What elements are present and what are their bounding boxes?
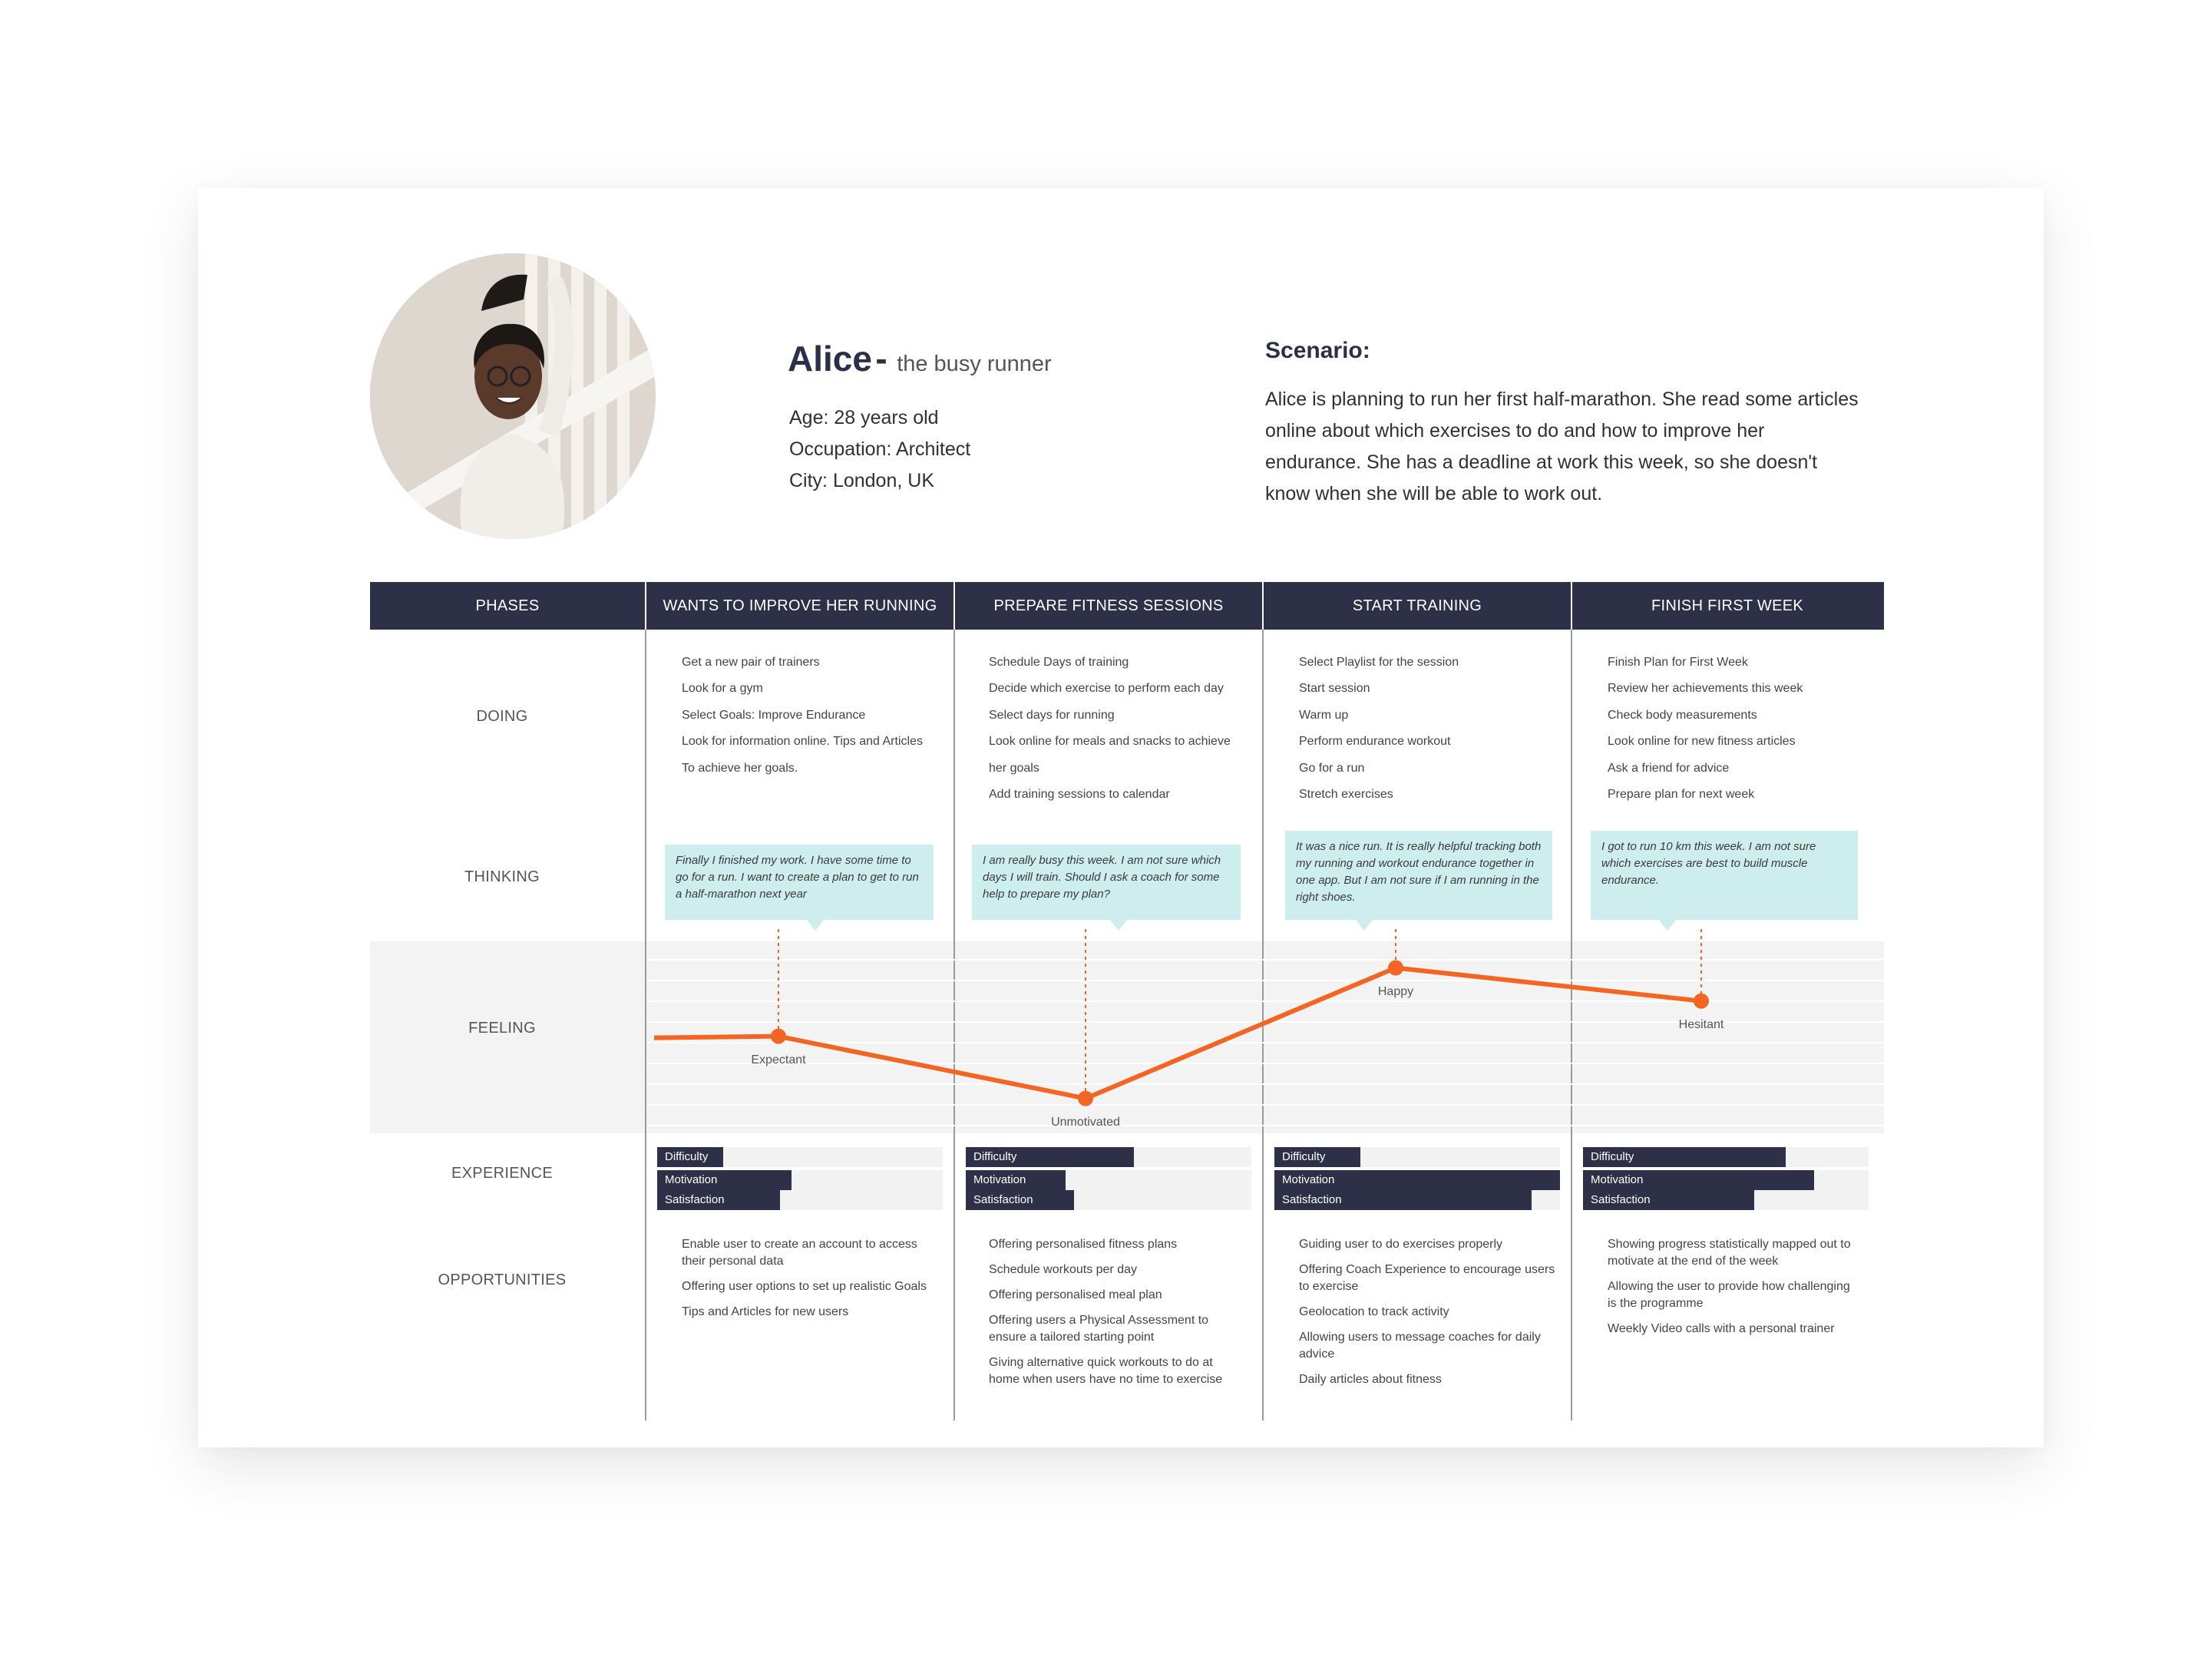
opportunity-item: Offering Coach Experience to encourage u… — [1299, 1263, 1555, 1293]
opportunity-item: Geolocation to track activity — [1299, 1305, 1449, 1318]
feeling-gridlines — [646, 959, 1884, 1126]
feeling-label-hesitant: Hesitant — [1678, 1017, 1724, 1031]
opportunity-item: Showing progress statistically mapped ou… — [1608, 1238, 1851, 1268]
feeling-point — [1694, 993, 1709, 1009]
experience-bar-motivation: Motivation — [1583, 1170, 1814, 1190]
feeling-point — [1388, 960, 1403, 976]
feeling-label-unmotivated: Unmotivated — [1051, 1115, 1120, 1129]
opportunity-item: Enable user to create an account to acce… — [682, 1238, 917, 1268]
opportunities-list-4: Showing progress statistically mapped ou… — [1608, 1236, 1861, 1346]
opportunity-item: Offering users a Physical Assessment to … — [989, 1314, 1209, 1344]
experience-bar-difficulty: Difficulty — [1583, 1147, 1786, 1167]
opportunity-item: Allowing users to message coaches for da… — [1299, 1331, 1541, 1361]
opportunity-item: Schedule workouts per day — [989, 1263, 1137, 1276]
feeling-chart — [646, 929, 1884, 1126]
opportunity-item: Daily articles about fitness — [1299, 1373, 1442, 1386]
feeling-label-expectant: Expectant — [751, 1053, 806, 1067]
experience-bar-motivation: Motivation — [1274, 1170, 1560, 1190]
opportunity-item: Offering user options to set up realisti… — [682, 1280, 927, 1293]
experience-bar-satisfaction: Satisfaction — [1583, 1190, 1754, 1210]
opportunity-item: Offering personalised meal plan — [989, 1288, 1162, 1301]
experience-bar-difficulty: Difficulty — [657, 1147, 723, 1167]
experience-bar-difficulty: Difficulty — [1274, 1147, 1360, 1167]
feeling-point — [771, 1028, 786, 1044]
feeling-connectors — [778, 929, 1702, 1099]
opportunity-item: Tips and Articles for new users — [682, 1305, 849, 1318]
opportunities-list-2: Offering personalised fitness plans Sche… — [989, 1236, 1238, 1397]
opportunity-item: Offering personalised fitness plans — [989, 1238, 1178, 1251]
opportunities-list-1: Enable user to create an account to acce… — [682, 1236, 943, 1329]
feeling-point — [1078, 1090, 1093, 1106]
opportunities-list-3: Guiding user to do exercises properly Of… — [1299, 1236, 1556, 1397]
opportunity-item: Allowing the user to provide how challen… — [1608, 1280, 1850, 1310]
feeling-label-happy: Happy — [1377, 984, 1414, 998]
feeling-curve — [653, 965, 1702, 1101]
experience-bar-motivation: Motivation — [966, 1170, 1066, 1190]
opportunity-item: Giving alternative quick workouts to do … — [989, 1356, 1223, 1386]
experience-bar-satisfaction: Satisfaction — [966, 1190, 1074, 1210]
experience-bar-satisfaction: Satisfaction — [1274, 1190, 1532, 1210]
experience-bar-difficulty: Difficulty — [966, 1147, 1134, 1167]
opportunity-item: Weekly Video calls with a personal train… — [1608, 1322, 1835, 1335]
experience-bar-satisfaction: Satisfaction — [657, 1190, 780, 1210]
opportunity-item: Guiding user to do exercises properly — [1299, 1238, 1503, 1251]
experience-bar-motivation: Motivation — [657, 1170, 792, 1190]
